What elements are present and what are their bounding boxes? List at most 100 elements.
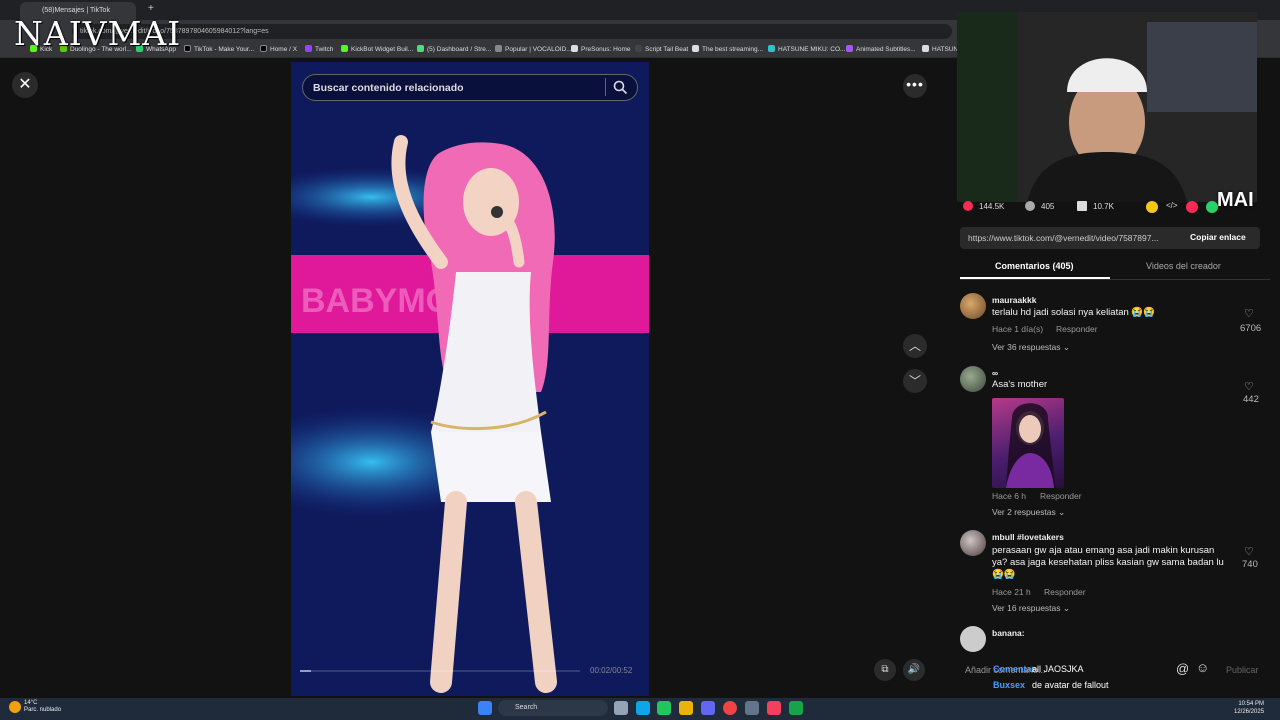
comment-image[interactable] bbox=[992, 398, 1064, 488]
comment-text: perasaan gw aja atau emang asa jadi maki… bbox=[992, 545, 1224, 580]
next-video-button[interactable]: ﹀ bbox=[903, 369, 927, 393]
embed-icon[interactable]: </> bbox=[1166, 201, 1178, 210]
bookmark-item[interactable]: (5) Dashboard / Stre... bbox=[417, 45, 491, 53]
picture-in-picture-button[interactable]: ⧉ bbox=[874, 659, 896, 681]
progress-fill bbox=[300, 670, 312, 672]
bookmark-item[interactable]: The best streaming... bbox=[692, 45, 763, 53]
edge-icon[interactable] bbox=[636, 701, 650, 715]
comment-like-count: 442 bbox=[1243, 394, 1259, 405]
xbox-icon[interactable] bbox=[789, 701, 803, 715]
bookmark-item[interactable]: HATSUNE MIKU: CO... bbox=[768, 45, 845, 53]
comment-text: terlalu hd jadi solasi nya keliatan 😭😭 bbox=[992, 307, 1156, 318]
address-bar[interactable]: tiktok.com/@vernedit/video/7587897804605… bbox=[72, 24, 952, 39]
emoji-icon[interactable]: ☺ bbox=[1196, 660, 1209, 675]
previous-video-button[interactable]: ︿ bbox=[903, 334, 927, 358]
volume-button[interactable]: 🔊 bbox=[903, 659, 925, 681]
bookmark-item[interactable]: TikTok - Make Your... bbox=[184, 45, 254, 53]
bookmark-item[interactable]: Twitch bbox=[305, 45, 333, 53]
chrome-icon[interactable] bbox=[723, 701, 737, 715]
avatar[interactable] bbox=[960, 530, 986, 556]
bookmark-item[interactable]: Script Tail Beat bbox=[635, 45, 688, 53]
close-button[interactable]: ✕ bbox=[12, 72, 38, 98]
microphone bbox=[491, 206, 503, 218]
reply-button[interactable]: Responder bbox=[1040, 491, 1082, 501]
avatar[interactable] bbox=[960, 293, 986, 319]
chat-username: Comentar bbox=[993, 664, 1036, 674]
bookmark-item[interactable]: HATSUN bbox=[922, 45, 958, 53]
chevron-down-icon: ﹀ bbox=[908, 374, 921, 388]
publish-button[interactable]: Publicar bbox=[1226, 665, 1259, 675]
more-options-button[interactable]: ••• bbox=[903, 74, 927, 98]
comment-like-count: 6706 bbox=[1240, 323, 1262, 334]
webcam-overlay bbox=[957, 12, 1257, 202]
search-placeholder: Buscar contenido relacionado bbox=[313, 82, 464, 94]
tab-creator-videos[interactable]: Videos del creador bbox=[1146, 261, 1221, 271]
comment-username[interactable]: banana: bbox=[992, 628, 1025, 638]
chat-message: all JAOSJKA bbox=[1032, 664, 1084, 674]
tab-comments[interactable]: Comentarios (405) bbox=[995, 261, 1074, 271]
bookmark-item[interactable]: PreSonus: Home bbox=[571, 45, 631, 53]
start-icon[interactable] bbox=[478, 701, 492, 715]
video-url: https://www.tiktok.com/@vernedit/video/7… bbox=[968, 233, 1159, 243]
comment-username[interactable]: mbull #lovetakers bbox=[992, 532, 1064, 542]
weather-icon[interactable] bbox=[9, 701, 21, 713]
bookmark-item[interactable]: Animated Subtitles... bbox=[846, 45, 916, 53]
video-progress-bar[interactable] bbox=[300, 670, 580, 672]
bookmark-icon bbox=[1077, 201, 1087, 211]
folder-icon[interactable] bbox=[679, 701, 693, 715]
bookmark-item[interactable]: KickBot Widget Buil... bbox=[341, 45, 413, 53]
bookmark-item[interactable]: Popular | VOCALOID... bbox=[495, 45, 572, 53]
system-clock[interactable]: 10:54 PM 12/26/2025 bbox=[1234, 700, 1264, 716]
settings-icon[interactable] bbox=[745, 701, 759, 715]
corner-badge: MAI bbox=[1217, 189, 1254, 211]
weather-widget[interactable]: 14°C Parc. nublado bbox=[24, 700, 61, 714]
white-skirt bbox=[431, 432, 551, 502]
share-icon[interactable] bbox=[1186, 201, 1198, 213]
comment-like-icon[interactable]: ♡ bbox=[1244, 380, 1254, 393]
comment-photo bbox=[1006, 403, 1056, 488]
related-search-input[interactable]: Buscar contenido relacionado bbox=[302, 74, 638, 101]
comment-like-icon[interactable]: ♡ bbox=[1244, 545, 1254, 558]
app-icon[interactable] bbox=[657, 701, 671, 715]
video-player[interactable]: BABYMON bbox=[291, 62, 649, 696]
video-time: 00:02/00:52 bbox=[590, 666, 633, 675]
ellipsis-icon: ••• bbox=[906, 76, 924, 92]
comment-icon bbox=[1025, 201, 1035, 211]
taskbar-search[interactable]: Search bbox=[498, 700, 608, 716]
coin-icon[interactable] bbox=[1146, 201, 1158, 213]
bookmark-item[interactable]: Home / X bbox=[260, 45, 297, 53]
whatsapp-icon[interactable] bbox=[1206, 201, 1218, 213]
comment-text: Asa's mother bbox=[992, 379, 1048, 390]
pip-icon: ⧉ bbox=[881, 664, 889, 675]
like-stat[interactable]: 144.5K bbox=[963, 201, 1004, 211]
music-icon[interactable] bbox=[767, 701, 781, 715]
discord-icon[interactable] bbox=[701, 701, 715, 715]
video-frame: BABYMON bbox=[291, 62, 649, 696]
avatar[interactable] bbox=[960, 626, 986, 652]
chat-username: Buxsex bbox=[993, 680, 1026, 690]
save-stat[interactable]: 10.7K bbox=[1077, 201, 1114, 211]
reply-button[interactable]: Responder bbox=[1056, 324, 1098, 334]
reply-button[interactable]: Responder bbox=[1044, 587, 1086, 597]
search-icon[interactable] bbox=[613, 80, 628, 95]
avatar[interactable] bbox=[960, 366, 986, 392]
search-divider bbox=[605, 78, 606, 96]
comment-like-icon[interactable]: ♡ bbox=[1244, 307, 1254, 320]
view-replies-button[interactable]: Ver 36 respuestas ⌄ bbox=[992, 342, 1070, 353]
mention-icon[interactable]: @ bbox=[1176, 661, 1189, 676]
chevron-up-icon: ︿ bbox=[908, 339, 921, 353]
webcam-frame bbox=[957, 12, 1257, 202]
comment-like-count: 740 bbox=[1242, 559, 1258, 570]
heart-icon bbox=[963, 201, 973, 211]
new-tab-icon[interactable]: + bbox=[148, 3, 154, 14]
tab-divider bbox=[960, 279, 1270, 280]
view-replies-button[interactable]: Ver 16 respuestas ⌄ bbox=[992, 603, 1070, 614]
view-replies-button[interactable]: Ver 2 respuestas ⌄ bbox=[992, 507, 1065, 518]
comment-stat[interactable]: 405 bbox=[1025, 201, 1054, 211]
task-view-icon[interactable] bbox=[614, 701, 628, 715]
volume-icon: 🔊 bbox=[907, 664, 921, 675]
comment-username[interactable]: mauraakkk bbox=[992, 295, 1036, 305]
comment-username[interactable]: ∞ bbox=[992, 368, 998, 378]
copy-link-button[interactable]: Copiar enlace bbox=[1190, 232, 1246, 242]
close-icon: ✕ bbox=[18, 76, 32, 93]
